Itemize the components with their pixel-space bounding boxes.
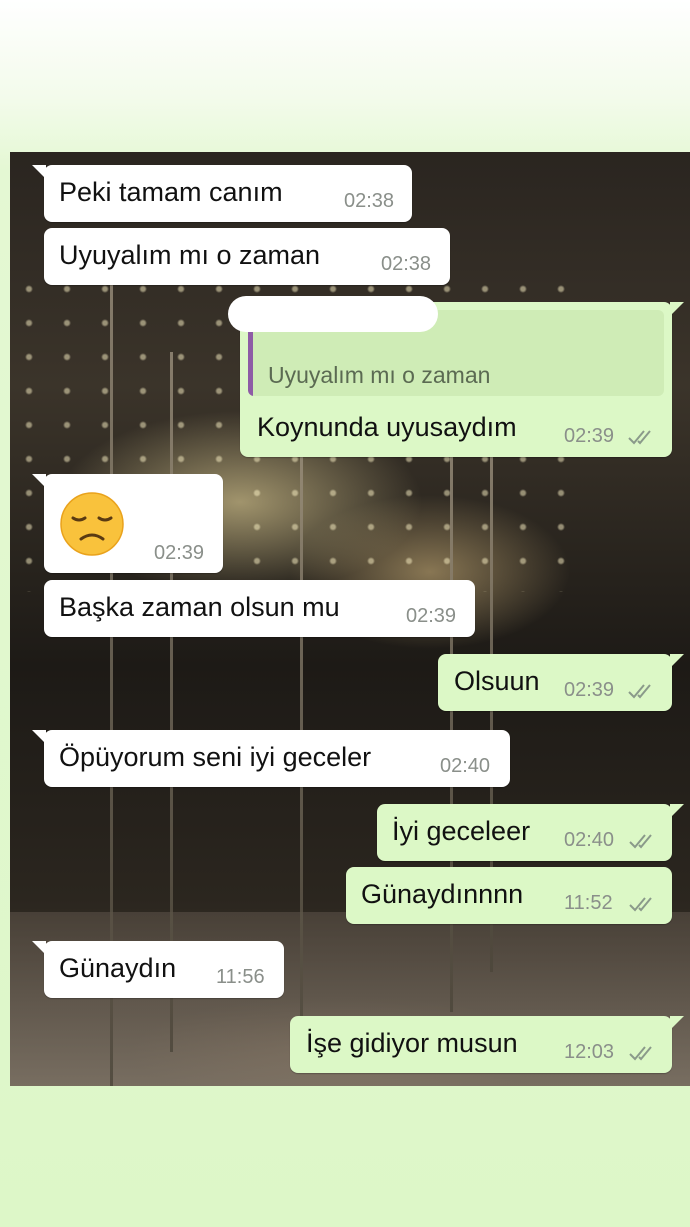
double-check-icon: [628, 430, 651, 445]
bubble-tail: [670, 1016, 684, 1030]
message-bubble-incoming[interactable]: Günaydın 11:56: [32, 941, 284, 998]
message-text: Peki tamam canım: [59, 177, 283, 207]
chat-area[interactable]: Peki tamam canım 02:38 Uyuyalım mı o zam…: [10, 152, 690, 1086]
message-time: 11:56: [216, 966, 265, 988]
message-time: 02:40: [564, 829, 615, 851]
disappointed-face-emoji: [60, 492, 124, 556]
message-bubble-incoming[interactable]: Öpüyorum seni iyi geceler 02:40: [32, 730, 510, 787]
message-bubble-outgoing[interactable]: İyi geceleer 02:40: [377, 804, 684, 861]
message-bubble-incoming[interactable]: Peki tamam canım 02:38: [32, 165, 412, 222]
message-bubble-incoming[interactable]: Başka zaman olsun mu 02:39: [44, 580, 475, 637]
message-time: 02:38: [344, 190, 395, 212]
message-time: 02:39: [406, 605, 457, 627]
message-text: İşe gidiyor musun: [306, 1028, 518, 1058]
message-text: İyi geceleer: [392, 816, 531, 846]
message-time: 02:39: [564, 425, 615, 447]
bubble-tail: [670, 302, 684, 316]
double-check-icon: [629, 1046, 652, 1061]
message-time: 02:39: [154, 542, 205, 564]
bubble-tail: [32, 941, 46, 955]
message-time: 02:40: [440, 755, 491, 777]
message-bubble-outgoing[interactable]: Uyuyalım mı o zaman Koynunda uyusaydım 0…: [228, 296, 684, 457]
redaction-scribble: [228, 296, 438, 332]
message-time: 12:03: [564, 1041, 615, 1063]
bubble-tail: [32, 730, 46, 744]
message-bubble-outgoing[interactable]: İşe gidiyor musun 12:03: [290, 1016, 684, 1073]
message-text: Başka zaman olsun mu: [59, 592, 340, 622]
message-bubble-outgoing[interactable]: Olsuun 02:39: [438, 654, 684, 711]
message-text: Olsuun: [454, 666, 540, 696]
double-check-icon: [628, 684, 651, 699]
message-bubble-incoming[interactable]: 02:39: [32, 474, 223, 573]
bubble-tail: [32, 165, 46, 179]
bubble-tail: [32, 474, 46, 488]
message-text: Günaydınnnn: [361, 879, 524, 909]
double-check-icon: [629, 834, 652, 849]
bubble-tail: [670, 804, 684, 818]
message-text: Öpüyorum seni iyi geceler: [59, 742, 372, 772]
message-time: 02:38: [381, 253, 432, 275]
bubble-tail: [670, 654, 684, 668]
double-check-icon: [629, 897, 652, 912]
message-bubble-outgoing[interactable]: Günaydınnnn 11:52: [346, 867, 672, 924]
message-bubble-incoming[interactable]: Uyuyalım mı o zaman 02:38: [44, 228, 450, 285]
message-time: 02:39: [564, 679, 615, 701]
message-time: 11:52: [564, 892, 613, 914]
quoted-text: Uyuyalım mı o zaman: [268, 362, 491, 388]
message-text: Günaydın: [59, 953, 177, 983]
message-text: Koynunda uyusaydım: [257, 412, 517, 442]
message-text: Uyuyalım mı o zaman: [59, 240, 321, 270]
